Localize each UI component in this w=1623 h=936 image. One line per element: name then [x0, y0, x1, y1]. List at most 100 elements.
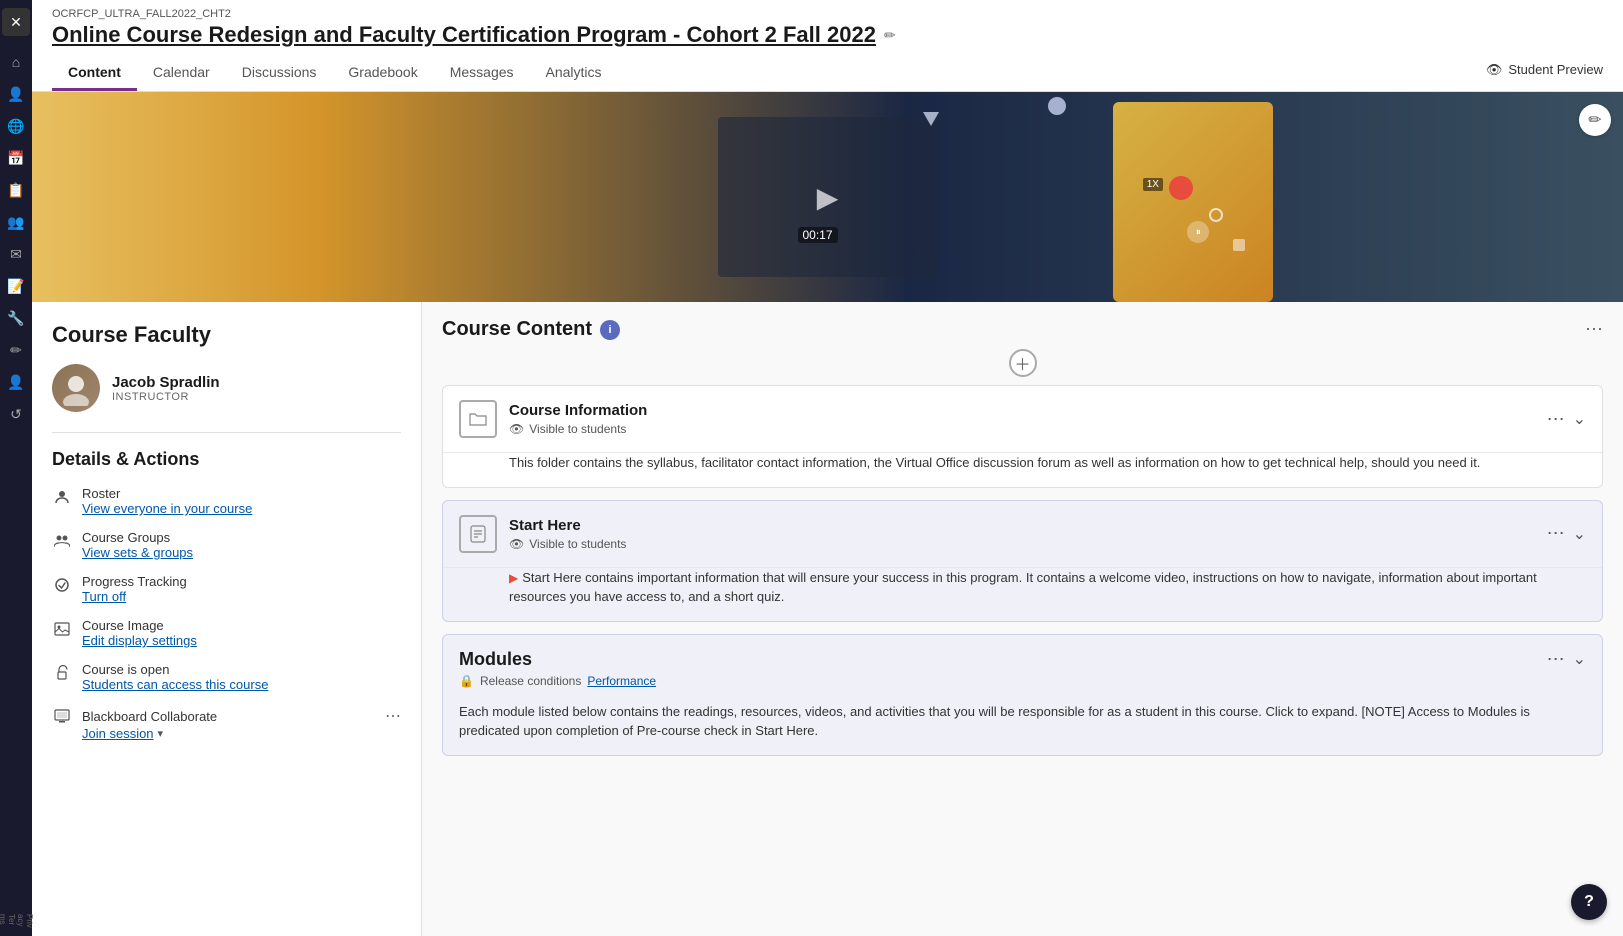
- tab-calendar[interactable]: Calendar: [137, 56, 226, 91]
- tab-content[interactable]: Content: [52, 56, 137, 91]
- course-info-name: Course Information: [509, 402, 1535, 419]
- course-information-card: Course Information 👁 Visible to students…: [442, 385, 1603, 488]
- faculty-name: Jacob Spradlin: [112, 374, 220, 391]
- flag-icon: ▶: [509, 571, 518, 585]
- edit-title-pencil-icon[interactable]: ✏: [884, 27, 896, 44]
- modules-release-row: 🔒 Release conditions Performance: [459, 674, 1547, 688]
- content-body: Course Faculty Jacob Spradlin INSTRUCTOR…: [32, 302, 1623, 936]
- student-preview-button[interactable]: 👁 Student Preview: [1486, 62, 1603, 86]
- left-panel: Course Faculty Jacob Spradlin INSTRUCTOR…: [32, 302, 422, 936]
- course-info-description: This folder contains the syllabus, facil…: [443, 453, 1602, 487]
- detail-blackboard: Blackboard Collaborate ⋯ Join session ▾: [52, 706, 401, 741]
- detail-image-content: Course Image Edit display settings: [82, 618, 197, 648]
- detail-progress-content: Progress Tracking Turn off: [82, 574, 187, 604]
- course-content-info-icon[interactable]: i: [600, 320, 620, 340]
- faculty-item: Jacob Spradlin INSTRUCTOR: [52, 364, 401, 412]
- modules-release-label: Release conditions: [480, 674, 581, 688]
- image-link[interactable]: Edit display settings: [82, 633, 197, 648]
- edit-sidebar-icon[interactable]: ✏: [2, 336, 30, 364]
- user-settings-icon[interactable]: 👤: [2, 368, 30, 396]
- panel-divider: [52, 432, 401, 433]
- start-here-name: Start Here: [509, 517, 1535, 534]
- open-link[interactable]: Students can access this course: [82, 677, 268, 692]
- modules-release-link[interactable]: Performance: [587, 674, 656, 688]
- course-info-more-button[interactable]: ⋯: [1547, 409, 1565, 430]
- detail-open-content: Course is open Students can access this …: [82, 662, 268, 692]
- progress-label: Progress Tracking: [82, 574, 187, 589]
- course-content-title: Course Content: [442, 318, 592, 341]
- start-here-visibility-text: Visible to students: [529, 537, 626, 551]
- course-info-chevron-icon[interactable]: ⌄: [1573, 409, 1586, 429]
- banner-overlay: ▶ 00:17 1X: [32, 92, 1623, 302]
- tab-gradebook[interactable]: Gradebook: [332, 56, 433, 91]
- modules-actions: ⋯ ⌄: [1547, 649, 1586, 670]
- messages-sidebar-icon[interactable]: ✉: [2, 240, 30, 268]
- globe-icon[interactable]: 🌐: [2, 112, 30, 140]
- progress-link[interactable]: Turn off: [82, 589, 187, 604]
- calendar-sidebar-icon[interactable]: 📅: [2, 144, 30, 172]
- blackboard-title-row: Blackboard Collaborate ⋯: [82, 706, 401, 726]
- tab-messages[interactable]: Messages: [434, 56, 530, 91]
- people-icon[interactable]: 👥: [2, 208, 30, 236]
- start-here-header: Start Here 👁 Visible to students ⋯ ⌄: [443, 501, 1602, 567]
- modules-more-button[interactable]: ⋯: [1547, 649, 1565, 670]
- blackboard-link-row: Join session ▾: [82, 726, 401, 741]
- user-icon[interactable]: 👤: [2, 80, 30, 108]
- tools-icon[interactable]: 🔧: [2, 304, 30, 332]
- tab-discussions[interactable]: Discussions: [226, 56, 333, 91]
- groups-label: Course Groups: [82, 530, 193, 545]
- add-content-button[interactable]: ＋: [1009, 349, 1037, 377]
- notes-icon[interactable]: 📝: [2, 272, 30, 300]
- blackboard-join-link[interactable]: Join session: [82, 726, 154, 741]
- banner-edit-button[interactable]: ✏: [1579, 104, 1611, 136]
- faculty-info: Jacob Spradlin INSTRUCTOR: [112, 374, 220, 403]
- modules-chevron-icon[interactable]: ⌄: [1573, 649, 1586, 669]
- groups-link[interactable]: View sets & groups: [82, 545, 193, 560]
- blackboard-chevron-icon[interactable]: ▾: [158, 727, 164, 740]
- blackboard-icon: [52, 706, 72, 726]
- close-panel-button[interactable]: ✕: [2, 8, 30, 36]
- faculty-section-title: Course Faculty: [52, 322, 401, 348]
- blackboard-content: Blackboard Collaborate ⋯ Join session ▾: [82, 706, 401, 741]
- course-info-visibility-text: Visible to students: [529, 422, 626, 436]
- roster-label: Roster: [82, 486, 252, 501]
- help-button[interactable]: ?: [1571, 884, 1607, 920]
- start-here-actions: ⋯ ⌄: [1547, 523, 1586, 544]
- visibility-eye-icon: 👁: [509, 422, 524, 436]
- course-title-row: Online Course Redesign and Faculty Certi…: [52, 22, 1603, 48]
- groups-icon: [52, 531, 72, 551]
- main-area: OCRFCP_ULTRA_FALL2022_CHT2 Online Course…: [32, 0, 1623, 936]
- tab-analytics[interactable]: Analytics: [530, 56, 618, 91]
- student-preview-label: Student Preview: [1508, 62, 1603, 77]
- details-section-title: Details & Actions: [52, 449, 401, 470]
- blackboard-more-button[interactable]: ⋯: [385, 706, 401, 726]
- image-icon: [52, 619, 72, 639]
- roster-link[interactable]: View everyone in your course: [82, 501, 252, 516]
- nav-tabs: Content Calendar Discussions Gradebook M…: [52, 56, 1603, 91]
- back-icon[interactable]: ↺: [2, 400, 30, 428]
- course-content-more-button[interactable]: ⋯: [1585, 319, 1603, 340]
- course-banner: ▶ 00:17 1X ⏸ ✏: [32, 92, 1623, 302]
- start-here-card: Start Here 👁 Visible to students ⋯ ⌄ ▶St…: [442, 500, 1603, 622]
- modules-description: Each module listed below contains the re…: [443, 702, 1602, 755]
- lock-open-icon: [52, 663, 72, 683]
- pencil-icon: ✏: [1588, 110, 1601, 130]
- course-info-content: Course Information 👁 Visible to students: [509, 402, 1535, 436]
- modules-title: Modules: [459, 649, 1547, 670]
- image-label: Course Image: [82, 618, 197, 633]
- top-header: OCRFCP_ULTRA_FALL2022_CHT2 Online Course…: [32, 0, 1623, 92]
- course-title[interactable]: Online Course Redesign and Faculty Certi…: [52, 22, 876, 48]
- student-preview-icon: 👁: [1486, 62, 1503, 78]
- clipboard-icon[interactable]: 📋: [2, 176, 30, 204]
- course-info-actions: ⋯ ⌄: [1547, 409, 1586, 430]
- start-here-more-button[interactable]: ⋯: [1547, 523, 1565, 544]
- start-here-chevron-icon[interactable]: ⌄: [1573, 524, 1586, 544]
- privacy-text: PrivacyTerms: [0, 914, 34, 928]
- start-here-description: ▶Start Here contains important informati…: [443, 568, 1602, 621]
- home-icon[interactable]: ⌂: [2, 48, 30, 76]
- course-info-header: Course Information 👁 Visible to students…: [443, 386, 1602, 452]
- start-here-icon: [459, 515, 497, 553]
- left-sidebar: ✕ ⌂ 👤 🌐 📅 📋 👥 ✉ 📝 🔧 ✏ 👤 ↺ PrivacyTerms: [0, 0, 32, 936]
- detail-course-groups: Course Groups View sets & groups: [52, 530, 401, 560]
- detail-progress-tracking: Progress Tracking Turn off: [52, 574, 401, 604]
